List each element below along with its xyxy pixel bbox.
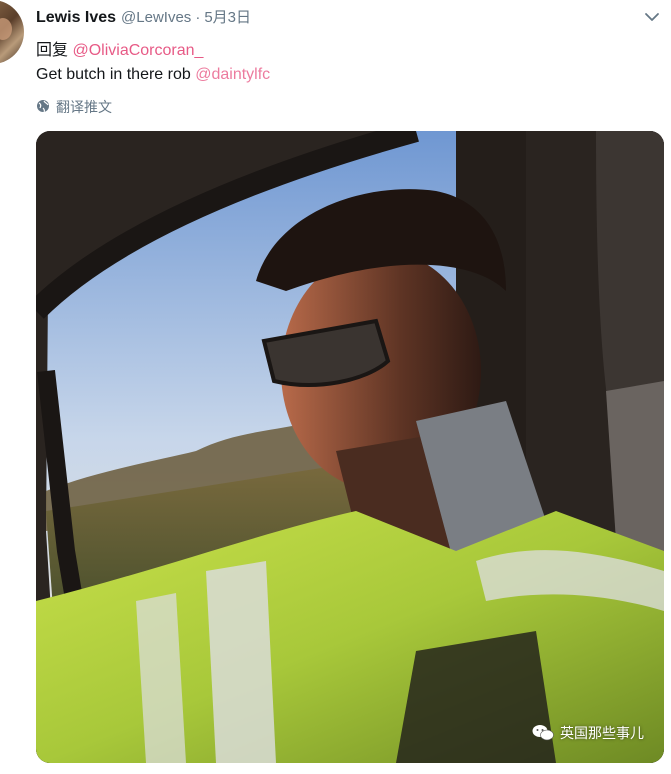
header-separator: · bbox=[195, 9, 201, 26]
wechat-icon bbox=[532, 724, 560, 742]
author-handle[interactable]: @LewIves bbox=[121, 9, 191, 26]
tweet-header: Lewis Ives @LewIves · 5月3日 bbox=[36, 6, 251, 28]
tweet-text: Get butch in there rob @daintylfc bbox=[36, 66, 270, 84]
tweet-date[interactable]: 5月3日 bbox=[204, 6, 251, 27]
tweet-photo[interactable]: 英国那些事儿 bbox=[36, 131, 664, 763]
tweet-card: Lewis Ives @LewIves · 5月3日 回复 @OliviaCor… bbox=[0, 0, 671, 774]
reply-mention-link[interactable]: @OliviaCorcoran_ bbox=[72, 42, 203, 59]
text-mention-link[interactable]: @daintylfc bbox=[195, 66, 270, 83]
translate-label: 翻译推文 bbox=[56, 99, 112, 115]
reply-prefix: 回复 bbox=[36, 42, 69, 59]
chevron-down-icon[interactable] bbox=[643, 8, 661, 26]
translate-button[interactable]: 翻译推文 bbox=[36, 97, 112, 117]
watermark-label: 英国那些事儿 bbox=[560, 725, 644, 741]
watermark: 英国那些事儿 bbox=[532, 723, 644, 743]
globe-icon bbox=[36, 99, 56, 116]
photo-illustration bbox=[36, 131, 664, 763]
reply-context: 回复 @OliviaCorcoran_ bbox=[36, 36, 203, 60]
avatar[interactable] bbox=[0, 0, 24, 64]
avatar-face bbox=[0, 18, 12, 40]
author-name[interactable]: Lewis Ives bbox=[36, 9, 116, 27]
tweet-body: Get butch in there rob bbox=[36, 66, 191, 83]
